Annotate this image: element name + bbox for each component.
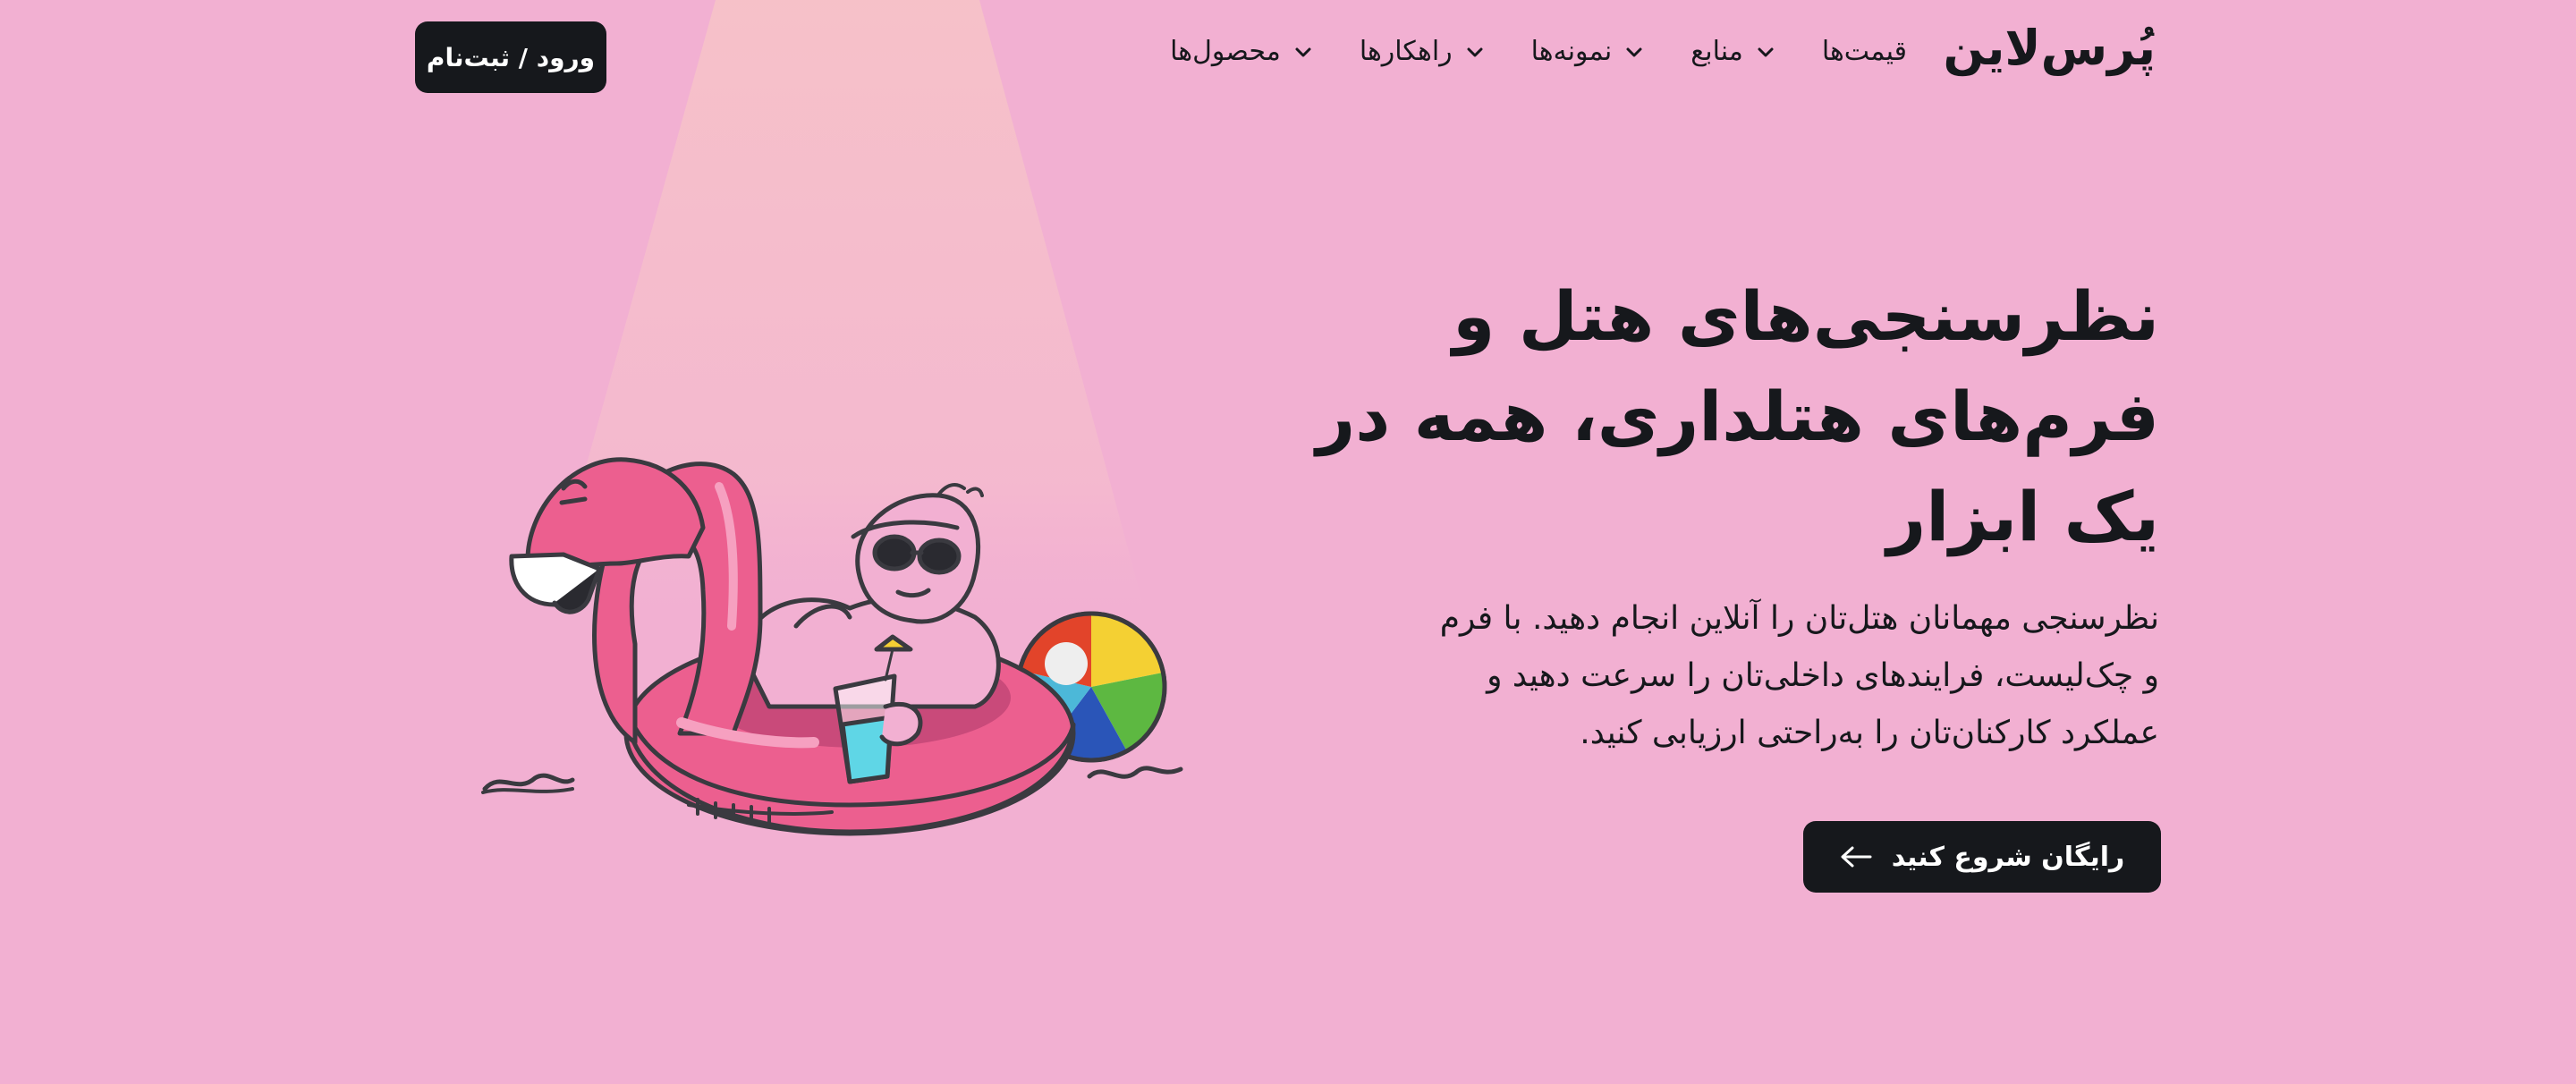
chevron-down-icon [1467,47,1483,56]
nav-item-label: منابع [1690,36,1743,67]
chevron-down-icon [1758,47,1774,56]
start-free-button[interactable]: رایگان شروع کنید [1803,821,2161,893]
hero-title: نظرسنجی‌های هتل و فرم‌های هتلداری، همه د… [1316,267,2159,567]
hero-description-line: نظرسنجی مهمانان هتل‌تان را آنلاین انجام … [1439,600,2159,637]
flamingo-float-illustration [481,457,1183,836]
nav-item-label: راهکارها [1359,36,1453,67]
arrow-left-icon [1841,846,1872,868]
hero-description-line: عملکرد کارکنان‌تان را به‌راحتی ارزیابی ک… [1580,715,2159,751]
spotlight-beam [537,0,1154,644]
nav-item-products[interactable]: محصول‌ها [1170,36,1313,67]
nav-item-resources[interactable]: منابع [1690,36,1775,67]
hero-description-line: و چک‌لیست، فرایندهای داخلی‌تان را سرعت د… [1487,657,2159,694]
main-nav: محصول‌ها راهکارها نمونه‌ها منابع قیمت‌ها [1170,36,1907,67]
logo[interactable]: پُرس‌لاین [1944,20,2157,76]
hero-title-line: فرم‌های هتلداری، همه در [1316,377,2159,456]
nav-item-label: نمونه‌ها [1530,36,1613,67]
nav-item-label: محصول‌ها [1170,36,1281,67]
hero-title-line: نظرسنجی‌های هتل و [1453,276,2159,356]
nav-item-solutions[interactable]: راهکارها [1360,36,1485,67]
chevron-down-icon [1626,47,1642,56]
hero-description: نظرسنجی مهمانان هتل‌تان را آنلاین انجام … [1354,590,2159,762]
chevron-down-icon [1295,47,1311,56]
hero-title-line: یک ابزار [1886,477,2159,556]
login-signup-button[interactable]: ورود / ثبت‌نام [415,21,606,93]
nav-item-pricing[interactable]: قیمت‌ها [1822,36,1907,67]
nav-item-label: قیمت‌ها [1821,36,1907,67]
start-free-label: رایگان شروع کنید [1891,841,2125,873]
nav-item-samples[interactable]: نمونه‌ها [1531,36,1645,67]
